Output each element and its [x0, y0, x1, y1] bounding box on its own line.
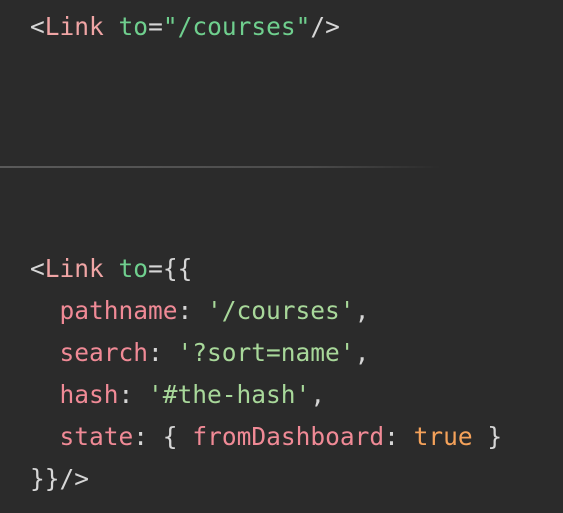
section-divider — [0, 166, 440, 168]
colon: : — [118, 380, 149, 409]
string-value: '/courses' — [207, 296, 355, 325]
jsx-tag-name: Link — [44, 12, 104, 41]
self-closing-bracket: /> — [310, 12, 340, 41]
jsx-attribute-name: to — [118, 12, 149, 41]
brace-close: } — [472, 422, 503, 451]
brace-open: { — [162, 422, 193, 451]
string-value: '?sort=name' — [177, 338, 355, 367]
comma: , — [354, 296, 370, 325]
angle-bracket-open: < — [30, 254, 45, 283]
colon: : — [177, 296, 208, 325]
code-block-object-to: <Link to={{ pathname: '/courses', search… — [30, 248, 502, 500]
jsx-tag-name: Link — [44, 254, 104, 283]
boolean-value: true — [413, 422, 473, 451]
angle-bracket-open: < — [30, 12, 45, 41]
code-line: pathname: '/courses', — [30, 290, 502, 332]
equals-double-brace: ={{ — [148, 254, 193, 283]
code-line: hash: '#the-hash', — [30, 374, 502, 416]
colon: : — [133, 422, 163, 451]
object-key: pathname — [59, 296, 178, 325]
string-value: '#the-hash' — [148, 380, 311, 409]
code-line: }}/> — [30, 458, 502, 500]
comma: , — [310, 380, 326, 409]
closing-braces-bracket: }}/> — [30, 464, 90, 493]
code-line: state: { fromDashboard: true } — [30, 416, 503, 458]
object-key: state — [59, 422, 134, 451]
nested-object-key: fromDashboard — [192, 422, 385, 451]
colon: : — [148, 338, 178, 367]
jsx-attribute-name: to — [118, 254, 149, 283]
code-snippet-view: { "colors": { "background": "#2b2b2b", "… — [0, 0, 563, 513]
code-line: search: '?sort=name', — [30, 332, 502, 374]
code-line: <Link to={{ — [30, 248, 502, 290]
equals-sign: = — [148, 12, 163, 41]
colon: : — [384, 422, 414, 451]
object-key: hash — [59, 380, 119, 409]
string-value: "/courses" — [162, 12, 311, 41]
code-line: <Link to="/courses"/> — [30, 6, 340, 48]
code-block-string-to: <Link to="/courses"/> — [30, 6, 340, 48]
object-key: search — [59, 338, 149, 367]
comma: , — [354, 338, 370, 367]
